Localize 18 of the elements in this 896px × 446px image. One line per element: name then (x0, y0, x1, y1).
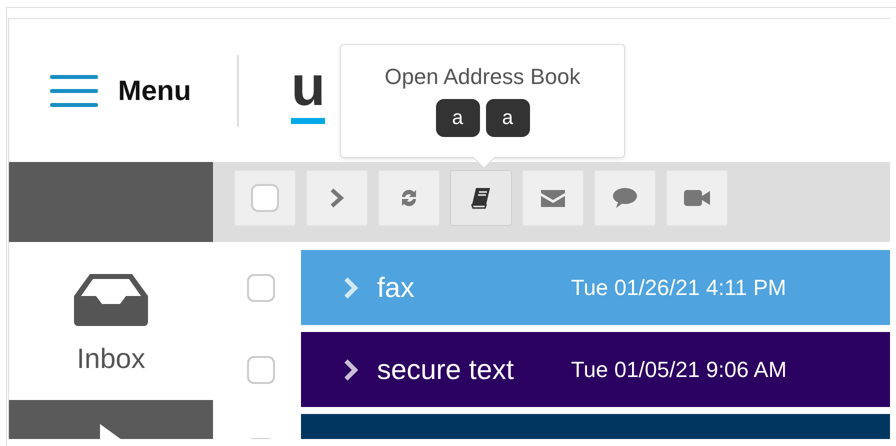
checkbox[interactable] (247, 274, 275, 302)
menu-button[interactable]: Menu (50, 70, 192, 112)
toolbar-button[interactable] (450, 170, 512, 226)
keyboard-key: a (436, 99, 480, 138)
envelope-icon (540, 188, 566, 208)
message-row[interactable]: secure text Tue 01/05/21 9:06 AM (301, 332, 890, 407)
speech-bubble-icon (612, 186, 638, 210)
keyboard-key: a (486, 99, 530, 138)
book-icon (470, 186, 492, 210)
chevron-icon (343, 358, 359, 382)
checkbox-icon (251, 184, 279, 212)
menu-icon (50, 74, 98, 108)
tooltip-text: Open Address Book (384, 65, 580, 90)
checkbox[interactable] (247, 356, 275, 384)
video-camera-icon (683, 188, 711, 208)
logo: u (291, 58, 326, 124)
chevron-icon (329, 187, 345, 209)
chevron-icon (343, 276, 359, 300)
